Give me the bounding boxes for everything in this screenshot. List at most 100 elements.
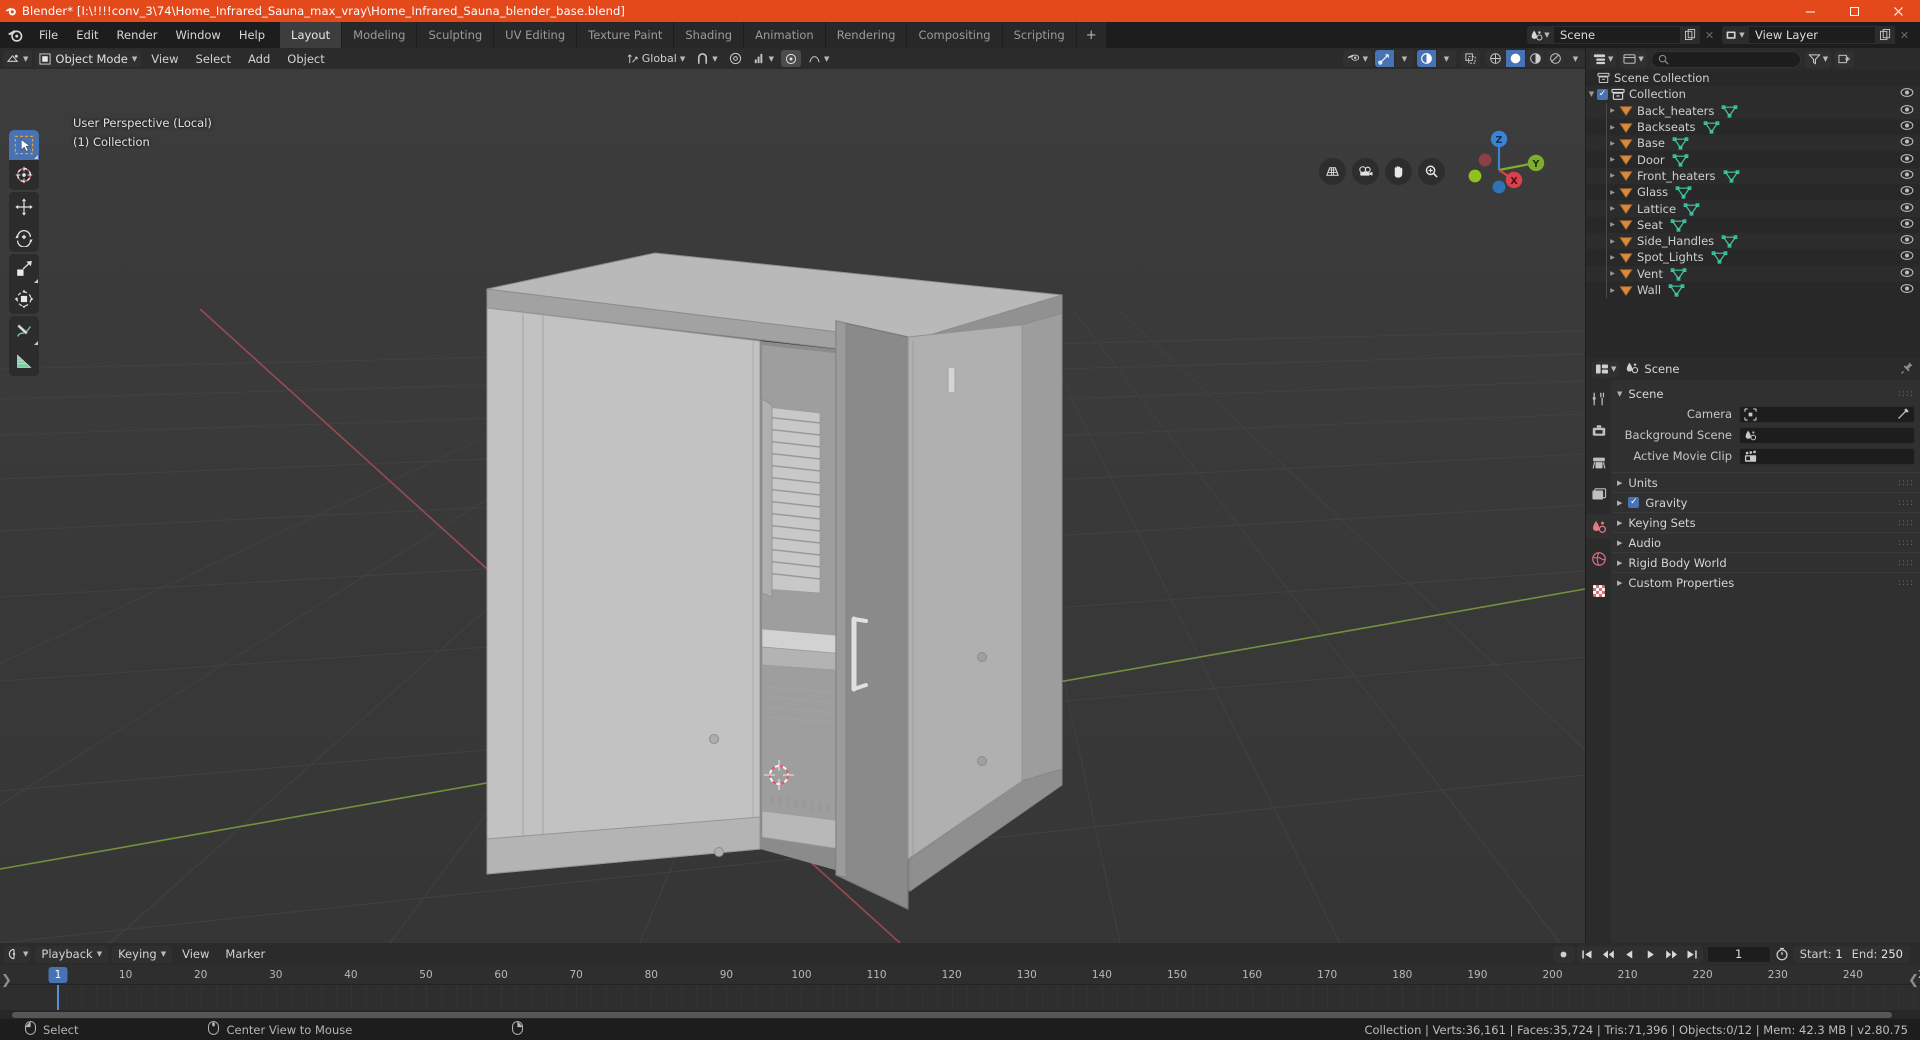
outliner-row-object[interactable]: ▶ Wall bbox=[1586, 281, 1920, 299]
viewport-3d-scene[interactable] bbox=[0, 69, 1585, 943]
disclosure-triangle-right-icon[interactable]: ▶ bbox=[1606, 221, 1619, 228]
tab-sculpting[interactable]: Sculpting bbox=[417, 22, 495, 48]
outliner-editor-type-button[interactable]: ▼ bbox=[1590, 50, 1617, 68]
view-layer-selector[interactable]: ▼ View Layer ✕ bbox=[1722, 26, 1914, 44]
tab-compositing[interactable]: Compositing bbox=[907, 22, 1003, 48]
properties-panel-header[interactable]: ▶ Keying Sets:::: bbox=[1611, 512, 1920, 532]
scale-tool[interactable] bbox=[9, 254, 39, 284]
disclosure-triangle-right-icon[interactable]: ▶ bbox=[1606, 270, 1619, 277]
disclosure-triangle-right-icon[interactable]: ▶ bbox=[1606, 172, 1619, 179]
tab-uv-editing[interactable]: UV Editing bbox=[494, 22, 578, 48]
close-button[interactable] bbox=[1876, 0, 1920, 22]
blender-logo-icon[interactable] bbox=[0, 22, 30, 48]
collection-exclude-checkbox[interactable]: ✓ bbox=[1597, 88, 1608, 100]
tab-rendering[interactable]: Rendering bbox=[825, 22, 908, 48]
rendered-shading-button[interactable] bbox=[1546, 50, 1565, 67]
properties-panel-header[interactable]: ▶ Custom Properties:::: bbox=[1611, 572, 1920, 592]
add-workspace-button[interactable]: + bbox=[1076, 22, 1107, 48]
outliner-row-object[interactable]: ▶ Back_heaters bbox=[1586, 102, 1920, 119]
cursor-tool[interactable] bbox=[9, 160, 39, 190]
tab-scripting[interactable]: Scripting bbox=[1002, 22, 1077, 48]
disclosure-triangle-right-icon[interactable]: ▶ bbox=[1606, 124, 1619, 131]
background-scene-field[interactable] bbox=[1739, 426, 1915, 444]
scene-name-field[interactable]: Scene bbox=[1553, 26, 1681, 44]
disclosure-triangle-right-icon[interactable]: ▶ bbox=[1617, 559, 1622, 567]
hide-in-viewport-eye-icon[interactable] bbox=[1900, 218, 1914, 232]
wireframe-shading-button[interactable] bbox=[1486, 50, 1505, 67]
menu-edit[interactable]: Edit bbox=[67, 25, 107, 45]
timeline-menu-playback[interactable]: Playback ▼ bbox=[35, 945, 109, 963]
outliner-row-object[interactable]: ▶ Side_Handles bbox=[1586, 232, 1920, 250]
material-preview-shading-button[interactable] bbox=[1526, 50, 1545, 67]
properties-panel-header[interactable]: ▶ Units:::: bbox=[1611, 472, 1920, 492]
viewport-menu-select[interactable]: Select bbox=[189, 52, 238, 66]
auto-keying-button[interactable] bbox=[1552, 945, 1575, 963]
timeline-ruler[interactable]: 10 20 30 40 50 60 70 80 90 100 110 120 130 140 150 160 1… bbox=[0, 965, 1920, 985]
timeline-menu-view[interactable]: View bbox=[176, 946, 215, 963]
outliner-search-input[interactable] bbox=[1650, 50, 1801, 68]
disclosure-triangle-right-icon[interactable]: ▶ bbox=[1617, 519, 1622, 527]
timeline-channel-area[interactable] bbox=[0, 985, 1920, 1012]
transform-orientation-dropdown[interactable]: Global ▼ bbox=[623, 50, 689, 67]
maximize-button[interactable] bbox=[1832, 0, 1876, 22]
viewport-menu-object[interactable]: Object bbox=[280, 52, 331, 66]
disclosure-triangle-right-icon[interactable]: ▶ bbox=[1617, 499, 1622, 507]
disclosure-triangle-right-icon[interactable]: ▶ bbox=[1606, 189, 1619, 196]
editor-type-button[interactable]: ▼ bbox=[3, 50, 33, 67]
hide-in-viewport-eye-icon[interactable] bbox=[1900, 185, 1914, 199]
rotate-tool[interactable] bbox=[9, 222, 39, 252]
hide-in-viewport-eye-icon[interactable] bbox=[1900, 120, 1914, 134]
play-button[interactable] bbox=[1640, 946, 1661, 963]
view-layer-name-field[interactable]: View Layer bbox=[1748, 26, 1876, 44]
outliner-tree[interactable]: Scene Collection ▼ ✓ Collection ▶ Back_he… bbox=[1586, 70, 1920, 299]
outliner-row-object[interactable]: ▶ Base bbox=[1586, 135, 1920, 152]
timeline-left-arrow-icon[interactable]: ❯ bbox=[1, 973, 12, 988]
outliner-row-object[interactable]: ▶ Seat bbox=[1586, 216, 1920, 233]
disclosure-triangle-right-icon[interactable]: ▶ bbox=[1606, 238, 1619, 245]
texture-tab[interactable] bbox=[1586, 578, 1611, 603]
tab-layout[interactable]: Layout bbox=[280, 22, 343, 48]
outliner-row-object[interactable]: ▶ Vent bbox=[1586, 265, 1920, 282]
proportional-falloff-button[interactable]: ▼ bbox=[749, 50, 778, 67]
properties-editor-type-button[interactable]: ▼ bbox=[1592, 360, 1620, 378]
properties-panel-header[interactable]: ▶ Audio:::: bbox=[1611, 532, 1920, 552]
outliner-row-collection[interactable]: ▼ ✓ Collection bbox=[1586, 86, 1920, 103]
start-frame-value[interactable]: 1 bbox=[1835, 947, 1842, 961]
proportional-editing-button[interactable] bbox=[725, 50, 746, 67]
disclosure-triangle-right-icon[interactable]: ▶ bbox=[1606, 254, 1619, 261]
outliner-row-object[interactable]: ▶ Glass bbox=[1586, 184, 1920, 201]
hide-in-viewport-eye-icon[interactable] bbox=[1900, 136, 1914, 150]
move-tool[interactable] bbox=[9, 192, 39, 222]
disclosure-triangle-down-icon[interactable]: ▼ bbox=[1617, 390, 1622, 398]
outliner-row-object[interactable]: ▶ Spot_Lights bbox=[1586, 249, 1920, 266]
outliner-row-object[interactable]: ▶ Door bbox=[1586, 151, 1920, 168]
jump-to-end-button[interactable] bbox=[1682, 946, 1703, 963]
play-reverse-button[interactable] bbox=[1619, 946, 1640, 963]
timeline-menu-keying[interactable]: Keying ▼ bbox=[112, 945, 173, 963]
xray-toggle[interactable] bbox=[1461, 50, 1480, 67]
scene-data-icon[interactable]: ▼ bbox=[1527, 26, 1553, 44]
snap-magnet-button[interactable]: ▼ bbox=[692, 50, 721, 67]
tab-animation[interactable]: Animation bbox=[744, 22, 826, 48]
disclosure-triangle-right-icon[interactable]: ▶ bbox=[1606, 156, 1619, 163]
outliner-row-scene-collection[interactable]: Scene Collection bbox=[1586, 70, 1920, 86]
remove-view-layer-icon[interactable]: ✕ bbox=[1895, 26, 1914, 44]
proportional-curve-button[interactable]: ▼ bbox=[804, 50, 833, 67]
show-gizmo-toggle[interactable] bbox=[1375, 50, 1394, 67]
zoom-magnifier-icon[interactable] bbox=[1418, 158, 1445, 185]
minimize-button[interactable] bbox=[1788, 0, 1832, 22]
hide-in-viewport-eye-icon[interactable] bbox=[1900, 153, 1914, 167]
menu-window[interactable]: Window bbox=[166, 25, 229, 45]
transform-tool[interactable] bbox=[9, 284, 39, 314]
object-mode-dropdown[interactable]: Object Mode ▼ bbox=[35, 50, 142, 67]
outliner-display-mode-button[interactable]: ▼ bbox=[1620, 50, 1647, 68]
tab-texture-paint[interactable]: Texture Paint bbox=[577, 22, 675, 48]
properties-panel-header[interactable]: ▶ Rigid Body World:::: bbox=[1611, 552, 1920, 572]
outliner-editor[interactable]: ▼ ▼ ▼ Scene Collection ▼ ✓ Collection ▶ … bbox=[1586, 48, 1920, 358]
hide-in-viewport-eye-icon[interactable] bbox=[1900, 283, 1914, 297]
properties-panel-header[interactable]: ▶ ✓ Gravity:::: bbox=[1611, 492, 1920, 512]
disclosure-triangle-right-icon[interactable]: ▶ bbox=[1606, 107, 1619, 114]
scene-panel-header[interactable]: ▼ Scene :::: bbox=[1611, 384, 1920, 404]
end-frame-value[interactable]: 250 bbox=[1881, 947, 1903, 961]
pan-hand-icon[interactable] bbox=[1385, 158, 1412, 185]
